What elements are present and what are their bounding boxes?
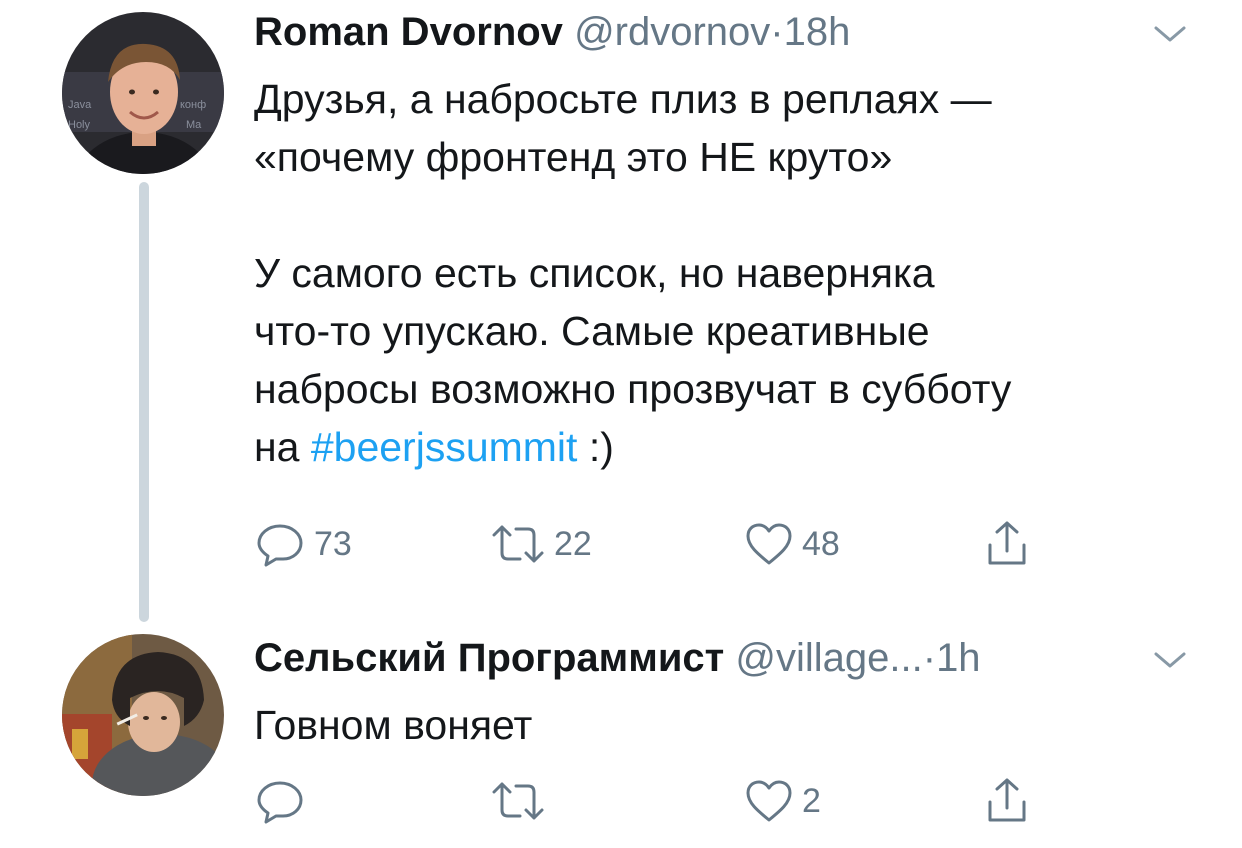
text-line: Друзья, а набросьте плиз в реплаях —: [254, 76, 992, 122]
author-name[interactable]: Сельский Программист: [254, 636, 724, 680]
text-line: на #beerjssummit :): [254, 418, 1214, 476]
share-button[interactable]: [984, 519, 1030, 569]
like-button[interactable]: 2: [744, 776, 821, 826]
like-button[interactable]: 48: [744, 519, 840, 569]
timestamp[interactable]: 18h: [784, 10, 851, 54]
like-count: 2: [802, 781, 821, 820]
text-line: что-то упускаю. Самые креативные: [254, 308, 930, 354]
avatar-badge: Java: [68, 99, 92, 111]
text-line: «почему фронтенд это НЕ круто»: [254, 134, 893, 180]
tweet-text: Говном воняет: [254, 696, 1214, 754]
timestamp[interactable]: 1h: [936, 636, 981, 680]
reply-button[interactable]: 73: [254, 519, 352, 569]
share-button[interactable]: [984, 776, 1030, 826]
avatar-badge: конф: [180, 99, 206, 111]
avatar-badge: Holy: [68, 119, 91, 131]
author-handle[interactable]: @rdvornov: [574, 10, 770, 54]
text-prefix: на: [254, 424, 311, 470]
retweet-button[interactable]: 22: [490, 519, 592, 569]
share-icon: [984, 776, 1030, 826]
separator: ·: [922, 636, 937, 680]
avatar[interactable]: [62, 634, 224, 796]
hashtag-link[interactable]: #beerjssummit: [311, 424, 578, 470]
tweet-1[interactable]: Java конф Holy Ma Roman Dvornov @rdvorno…: [0, 0, 1242, 630]
reply-count: 73: [314, 524, 352, 563]
tweet-actions: 2: [254, 776, 1154, 826]
retweet-icon: [490, 521, 546, 567]
text-suffix: :): [577, 424, 614, 470]
like-count: 48: [802, 524, 840, 563]
like-icon: [744, 521, 794, 567]
text-line: У самого есть список, но наверняка: [254, 250, 935, 296]
avatar[interactable]: Java конф Holy Ma: [62, 12, 224, 174]
text-line: набросы возможно прозвучат в субботу: [254, 366, 1012, 412]
retweet-icon: [490, 778, 546, 824]
like-icon: [744, 778, 794, 824]
reply-icon: [254, 521, 306, 567]
author-name[interactable]: Roman Dvornov: [254, 10, 563, 54]
tweet-actions: 73 22 48: [254, 519, 1154, 569]
tweet-header: Roman Dvornov @rdvornov·18h: [254, 8, 850, 56]
reply-button[interactable]: [254, 776, 314, 826]
reply-icon: [254, 778, 306, 824]
separator: ·: [770, 10, 784, 54]
retweet-count: 22: [554, 524, 592, 563]
tweet-text: Друзья, а набросьте плиз в реплаях — «по…: [254, 70, 1214, 476]
avatar-badge: Ma: [186, 119, 202, 131]
tweet-header: Сельский Программист @village...·1h: [254, 634, 981, 682]
chevron-down-icon[interactable]: [1152, 648, 1188, 672]
chevron-down-icon[interactable]: [1152, 22, 1188, 46]
text-line: Говном воняет: [254, 702, 533, 748]
tweet-2[interactable]: Сельский Программист @village...·1h Говн…: [0, 620, 1242, 848]
thread-line: [139, 182, 149, 622]
author-handle[interactable]: @village...: [735, 636, 922, 680]
retweet-button[interactable]: [490, 776, 554, 826]
share-icon: [984, 519, 1030, 569]
